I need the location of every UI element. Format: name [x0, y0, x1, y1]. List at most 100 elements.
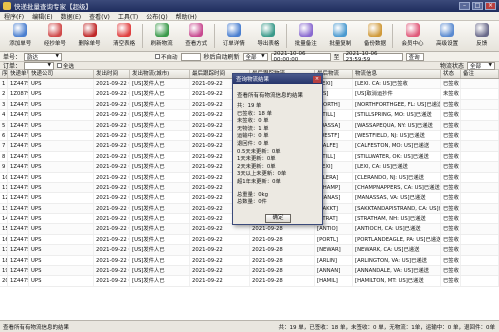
table-row[interactable]: 181Z44753803UPS2021-09-22 02:31:50[US]发件…	[0, 255, 499, 267]
table-cell: 1Z44753803	[10, 120, 29, 130]
menu-program[interactable]: 程序(F)	[0, 12, 28, 21]
table-cell: 2021-09-22	[190, 276, 250, 286]
table-cell: 已签收	[441, 193, 461, 203]
menu-tools[interactable]: 工具(T)	[114, 12, 142, 21]
status-bar: 查看所有有物流信息的结果 共：19 单，已签收：18 单，未签收：0 单，无物流…	[0, 320, 499, 332]
table-cell: UPS	[29, 89, 94, 99]
state-select[interactable]: 全部 ▼	[242, 52, 268, 61]
toolbar-button-refresh-logistics[interactable]: 刷新物流	[144, 21, 179, 51]
table-cell: UPS	[29, 120, 94, 130]
table-cell: [NEWARK, CA: US]已递送	[353, 245, 441, 255]
backup-data-icon	[368, 23, 383, 37]
table-cell: [US]发件人已	[130, 214, 190, 224]
table-cell: [US]发件人已	[130, 224, 190, 234]
toolbar-button-delete-number[interactable]: 删除单号	[72, 21, 107, 51]
menu-view[interactable]: 查看(V)	[85, 12, 114, 21]
to-label: 至	[333, 54, 340, 61]
table-cell: 1Z44753803	[10, 266, 29, 276]
close-button[interactable]: ×	[485, 2, 496, 10]
menu-edit[interactable]: 编辑(E)	[28, 12, 56, 21]
company-select[interactable]: 韵达 ▼	[24, 52, 63, 61]
table-row[interactable]: 161Z44753803UPS2021-09-22 02:31:50[US]发件…	[0, 234, 499, 246]
menu-data[interactable]: 数据(E)	[57, 12, 85, 21]
column-header[interactable]: 状态	[441, 70, 461, 78]
toolbar-button-view-mode[interactable]: 查看方式	[179, 21, 214, 51]
table-row[interactable]: 201Z44753803UPS2021-09-22 02:31:50[US]发件…	[0, 276, 499, 287]
table-cell: 1Z44753803	[10, 214, 29, 224]
toolbar-button-batch-copy[interactable]: 批量复制	[323, 21, 358, 51]
table-cell: 9	[0, 162, 8, 172]
auto-refresh-toggle[interactable]: 不自动	[155, 53, 178, 61]
table-cell	[461, 130, 499, 141]
table-cell: [US]发件人已	[130, 110, 190, 120]
table-cell: [US]发件人已	[130, 141, 190, 151]
dialog-ok-button[interactable]: 确定	[265, 214, 291, 223]
toolbar-label: 查看方式	[185, 41, 208, 47]
interval-input[interactable]	[180, 52, 201, 61]
table-cell: 7	[0, 141, 8, 151]
toolbar-label: 批量备注	[294, 41, 317, 47]
toolbar-button-member-center[interactable]: 会员中心	[395, 21, 430, 51]
table-cell: 2021-09-22 02:23:10	[94, 99, 130, 110]
table-cell: [US]发件人已	[130, 182, 190, 193]
column-header[interactable]: 快递公司	[29, 70, 94, 78]
table-cell: 2021-09-22 02:31:50	[94, 245, 130, 255]
toolbar-button-copy-number[interactable]: 经抄单号	[38, 21, 73, 51]
order-filter-select[interactable]: ▼	[24, 61, 55, 70]
table-cell: [ARLIN]	[315, 255, 353, 266]
maximize-button[interactable]: □	[472, 2, 483, 10]
minimize-button[interactable]: –	[459, 2, 470, 10]
toolbar-button-advanced-settings[interactable]: 高级设置	[430, 21, 465, 51]
toolbar-button-batch-note[interactable]: 批量备注	[288, 21, 323, 51]
toolbar-button-order-detail[interactable]: 订单详情	[216, 21, 251, 51]
table-cell: [PORTL]	[315, 234, 353, 245]
column-header[interactable]: 序号	[0, 70, 8, 78]
table-row[interactable]: 171Z44753803UPS2021-09-22 02:31:50[US]发件…	[0, 245, 499, 256]
table-cell: [US]发件人已	[130, 276, 190, 286]
table-cell: 1Z44753803	[10, 245, 29, 255]
menu-publish[interactable]: 公布(Q)	[142, 12, 171, 21]
toolbar-label: 经抄单号	[43, 41, 66, 47]
date-from-input[interactable]: 2021-10-06 00:00:00	[270, 51, 331, 63]
toolbar-button-export-table[interactable]: 导出表格	[251, 21, 286, 51]
table-cell: 已签收	[441, 130, 461, 141]
column-header[interactable]: 发出物流(城市)	[130, 70, 190, 78]
table-row[interactable]: 151Z44753803UPS2021-09-22 02:31:50[US]发件…	[0, 224, 499, 235]
table-cell: 6	[0, 130, 8, 141]
select-all-toggle[interactable]: 全选	[57, 62, 74, 70]
filter-bar: 单号： 韵达 ▼ 不自动 秒后自动刷新 全部 ▼ 2021-10-06 00:00:…	[0, 51, 499, 63]
table-cell	[461, 172, 499, 182]
table-cell: 1Z44753803	[10, 182, 29, 193]
column-header[interactable]: 物流信息	[353, 70, 441, 78]
column-header[interactable]: 备注	[461, 70, 499, 78]
table-cell: [US]取消运抄件	[353, 89, 441, 99]
table-cell: 已签收	[441, 162, 461, 172]
dialog-title: 查询物流结果	[236, 77, 270, 83]
order-detail-icon	[226, 23, 241, 37]
dialog-close-button[interactable]: ×	[313, 75, 321, 83]
table-cell: 已签收	[441, 182, 461, 193]
filter-bar-secondary: 订单： ▼ 全选 物流状态 全部 ▼	[0, 61, 499, 70]
toolbar-button-clear-table[interactable]: 清空表格	[107, 21, 142, 51]
table-cell: 1Z44753803	[10, 255, 29, 266]
column-header[interactable]: 发出时间	[94, 70, 130, 78]
table-cell: [PORTLANDEAGLE, PA: US]已递送	[355, 234, 441, 245]
status-filter-select[interactable]: 全部 ▼	[467, 61, 495, 70]
dialog-summary-line: 运输中：0 单	[237, 133, 269, 140]
date-to-input[interactable]: 2021-10-06 23:59:59	[342, 51, 403, 63]
table-cell: 2021-09-22 02:31:50	[94, 151, 130, 162]
toolbar-button-backup-data[interactable]: 备份数据	[358, 21, 393, 51]
menu-help[interactable]: 帮助(H)	[172, 12, 201, 21]
table-cell: UPS	[29, 245, 94, 255]
chevron-down-icon: ▼	[47, 63, 52, 68]
toolbar-button-feedback[interactable]: 反馈	[464, 21, 499, 51]
table-cell: UPS	[29, 151, 94, 162]
toolbar-label: 清空表格	[113, 41, 136, 47]
table-row[interactable]: 191Z44753803UPS2021-09-22 02:31:50[US]发件…	[0, 266, 499, 277]
table-cell: [ANTIOCH, CA: US]已递送	[353, 224, 441, 234]
column-header[interactable]: 快递单号	[8, 70, 29, 78]
table-cell	[461, 120, 499, 130]
table-cell: [US]发件人已	[130, 79, 190, 89]
query-button[interactable]: 查询	[405, 52, 424, 61]
toolbar-button-add-number[interactable]: 添加单号	[3, 21, 38, 51]
